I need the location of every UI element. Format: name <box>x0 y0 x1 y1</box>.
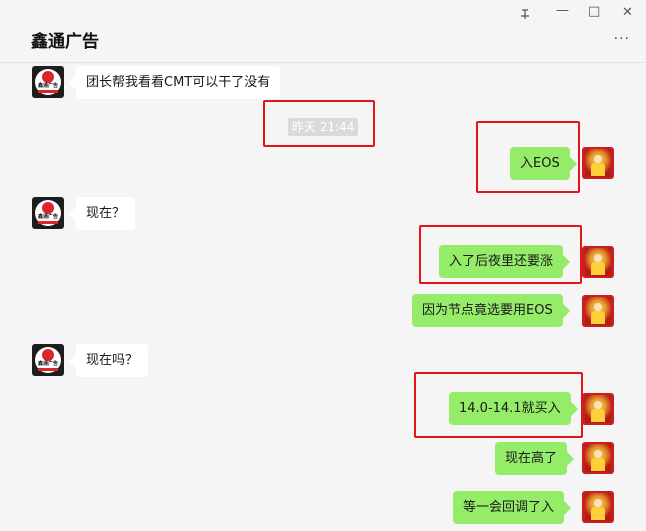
contact-avatar[interactable]: 鑫通广告 <box>32 66 64 98</box>
message-bubble-outgoing[interactable]: 等一会回调了入 <box>453 491 565 524</box>
message-bubble-incoming[interactable]: 现在吗？ <box>76 344 149 377</box>
my-avatar[interactable] <box>582 393 614 425</box>
message-bubble-outgoing[interactable]: 现在高了 <box>495 442 568 475</box>
minimize-button[interactable]: — <box>556 3 569 18</box>
message-bubble-incoming[interactable]: 现在？ <box>76 197 136 230</box>
chat-title: 鑫通广告 <box>31 32 99 52</box>
chat-area: 鑫通广告 团长帮我看看CMT可以干了没有 昨天 21:44 入EOS 鑫通广告 … <box>0 63 646 531</box>
message-bubble-outgoing[interactable]: 因为节点竟选要用EOS <box>412 294 563 327</box>
message-bubble-outgoing[interactable]: 入EOS <box>510 147 570 180</box>
my-avatar[interactable] <box>582 295 614 327</box>
pin-icon[interactable] <box>519 8 531 20</box>
message-bubble-outgoing[interactable]: 入了后夜里还要涨 <box>439 245 564 278</box>
my-avatar[interactable] <box>582 246 614 278</box>
message-bubble-outgoing[interactable]: 14.0-14.1就买入 <box>449 392 571 425</box>
more-options-icon[interactable]: ··· <box>614 31 630 47</box>
maximize-button[interactable]: □ <box>588 4 600 19</box>
contact-avatar[interactable]: 鑫通广告 <box>32 197 64 229</box>
message-bubble-incoming[interactable]: 团长帮我看看CMT可以干了没有 <box>76 66 281 99</box>
my-avatar[interactable] <box>582 442 614 474</box>
timestamp: 昨天 21:44 <box>288 118 359 136</box>
close-button[interactable]: ✕ <box>622 5 633 20</box>
my-avatar[interactable] <box>582 491 614 523</box>
my-avatar[interactable] <box>582 147 614 179</box>
title-bar: 鑫通广告 — □ ✕ ··· <box>0 0 646 63</box>
contact-avatar[interactable]: 鑫通广告 <box>32 344 64 376</box>
